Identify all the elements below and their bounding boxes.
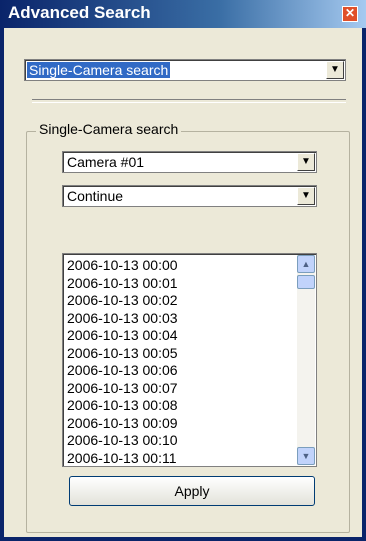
window-title: Advanced Search: [8, 3, 151, 22]
scroll-up-button[interactable]: ▲: [297, 255, 315, 273]
list-item[interactable]: 2006-10-13 00:10: [67, 432, 178, 450]
search-mode-value: Single-Camera search: [27, 62, 171, 78]
chevron-down-icon: ▼: [330, 64, 340, 75]
playback-mode-select[interactable]: Continue ▼: [62, 185, 317, 207]
list-item[interactable]: 2006-10-13 00:04: [67, 327, 178, 345]
list-item[interactable]: 2006-10-13 00:05: [67, 345, 178, 363]
apply-button[interactable]: Apply: [69, 476, 315, 506]
timestamp-list[interactable]: 2006-10-13 00:00 2006-10-13 00:01 2006-1…: [62, 253, 317, 467]
list-item[interactable]: 2006-10-13 00:11: [67, 450, 178, 467]
close-button[interactable]: ✕: [342, 6, 358, 22]
list-item[interactable]: 2006-10-13 00:01: [67, 275, 178, 293]
scroll-up-icon: ▲: [301, 259, 311, 269]
title-bar[interactable]: Advanced Search ✕: [0, 0, 366, 28]
group-label: Single-Camera search: [36, 121, 182, 137]
scroll-thumb[interactable]: [297, 275, 315, 289]
search-mode-dropdown-button[interactable]: ▼: [326, 61, 344, 79]
list-scrollbar[interactable]: ▲ ▼: [297, 255, 315, 465]
separator: [32, 99, 346, 103]
list-item[interactable]: 2006-10-13 00:08: [67, 397, 178, 415]
advanced-search-window: Advanced Search ✕ Single-Camera search ▼…: [0, 0, 366, 541]
camera-dropdown-button[interactable]: ▼: [297, 153, 315, 171]
list-item[interactable]: 2006-10-13 00:02: [67, 292, 178, 310]
camera-select-value: Camera #01: [67, 154, 145, 170]
scroll-down-icon: ▼: [301, 451, 311, 461]
list-item[interactable]: 2006-10-13 00:03: [67, 310, 178, 328]
list-item[interactable]: 2006-10-13 00:09: [67, 415, 178, 433]
search-mode-select[interactable]: Single-Camera search ▼: [24, 59, 346, 81]
camera-select[interactable]: Camera #01 ▼: [62, 151, 317, 173]
list-item[interactable]: 2006-10-13 00:00: [67, 257, 178, 275]
close-icon: ✕: [344, 6, 356, 20]
list-item[interactable]: 2006-10-13 00:06: [67, 362, 178, 380]
list-item[interactable]: 2006-10-13 00:07: [67, 380, 178, 398]
chevron-down-icon: ▼: [301, 156, 311, 167]
playback-mode-dropdown-button[interactable]: ▼: [297, 187, 315, 205]
chevron-down-icon: ▼: [301, 190, 311, 201]
scroll-down-button[interactable]: ▼: [297, 447, 315, 465]
playback-mode-value: Continue: [67, 188, 124, 204]
